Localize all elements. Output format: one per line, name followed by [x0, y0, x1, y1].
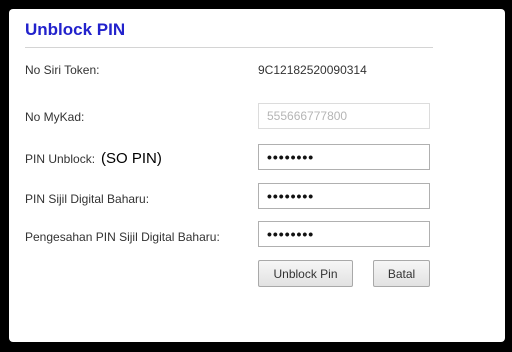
cancel-button[interactable]: Batal [373, 260, 430, 287]
token-serial-value: 9C12182520090314 [258, 63, 367, 77]
new-pin-field[interactable] [258, 183, 430, 209]
new-pin-label: PIN Sijil Digital Baharu: [25, 192, 150, 206]
unblock-pin-dialog: Unblock PIN No Siri Token: 9C12182520090… [9, 9, 505, 342]
unblock-pin-button[interactable]: Unblock Pin [258, 260, 353, 287]
token-serial-label: No Siri Token: [25, 63, 100, 77]
title-divider [25, 47, 433, 48]
confirm-pin-label: Pengesahan PIN Sijil Digital Baharu: [25, 230, 220, 244]
dialog-title: Unblock PIN [25, 20, 126, 39]
unblock-pin-label-row: PIN Unblock: (SO PIN) [25, 150, 162, 167]
mykad-label: No MyKad: [25, 110, 85, 124]
unblock-pin-field[interactable] [258, 144, 430, 170]
mykad-field[interactable] [258, 103, 430, 129]
unblock-pin-label: PIN Unblock: [25, 152, 96, 166]
confirm-pin-field[interactable] [258, 221, 430, 247]
so-pin-annotation: (SO PIN) [101, 150, 162, 167]
